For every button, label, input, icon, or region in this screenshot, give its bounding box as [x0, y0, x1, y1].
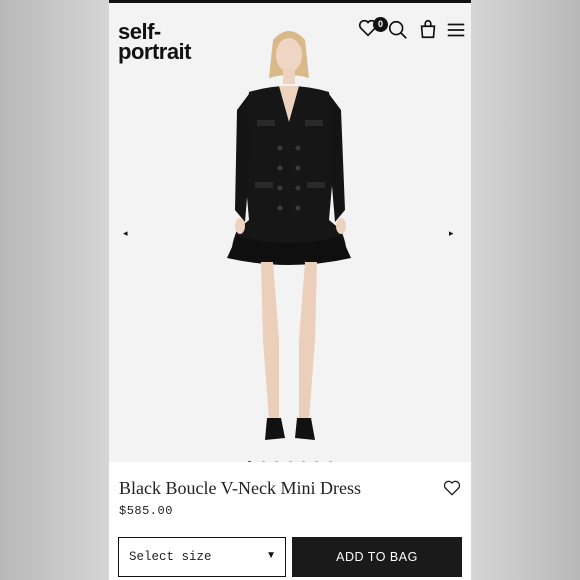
hip-pocket-right: [307, 182, 325, 188]
brand-logo[interactable]: self- portrait: [118, 21, 192, 64]
add-to-bag-button[interactable]: ADD TO BAG: [292, 537, 462, 577]
size-select[interactable]: Select size ▼: [118, 537, 286, 577]
left-shoe: [265, 418, 285, 440]
wishlist-heart-icon[interactable]: [442, 478, 462, 503]
chest-pocket-left: [257, 120, 275, 126]
left-leg: [261, 262, 279, 420]
chest-pocket-right: [305, 120, 323, 126]
model-illustration: [227, 31, 351, 440]
phone-screen: ◂ ▸ self- portrait 0 Black Boucle V-Neck…: [109, 0, 471, 580]
right-shoe: [295, 418, 315, 440]
next-image-arrow[interactable]: ▸: [449, 228, 454, 239]
product-image[interactable]: ◂ ▸: [109, 0, 471, 464]
size-select-label: Select size: [129, 550, 212, 564]
blurred-background-left: [0, 0, 110, 580]
right-hand: [336, 218, 346, 234]
left-hand: [235, 218, 245, 234]
right-leg: [299, 262, 317, 420]
bag-icon[interactable]: [417, 18, 439, 45]
right-sleeve: [329, 94, 345, 222]
product-info: Black Boucle V-Neck Mini Dress $585.00 S…: [109, 462, 471, 580]
prev-image-arrow[interactable]: ◂: [123, 228, 128, 239]
header-icons: 0: [357, 17, 469, 47]
logo-line2: portrait: [118, 39, 192, 64]
wishlist-count-badge: 0: [373, 17, 388, 32]
hip-pocket-left: [255, 182, 273, 188]
product-price: $585.00: [119, 504, 173, 518]
search-icon[interactable]: [387, 19, 409, 46]
menu-icon[interactable]: [445, 19, 467, 46]
blurred-background-right: [470, 0, 580, 580]
chevron-down-icon: ▼: [266, 550, 276, 561]
model-face: [276, 38, 302, 72]
product-title: Black Boucle V-Neck Mini Dress: [119, 478, 361, 498]
model-neck: [283, 68, 295, 84]
